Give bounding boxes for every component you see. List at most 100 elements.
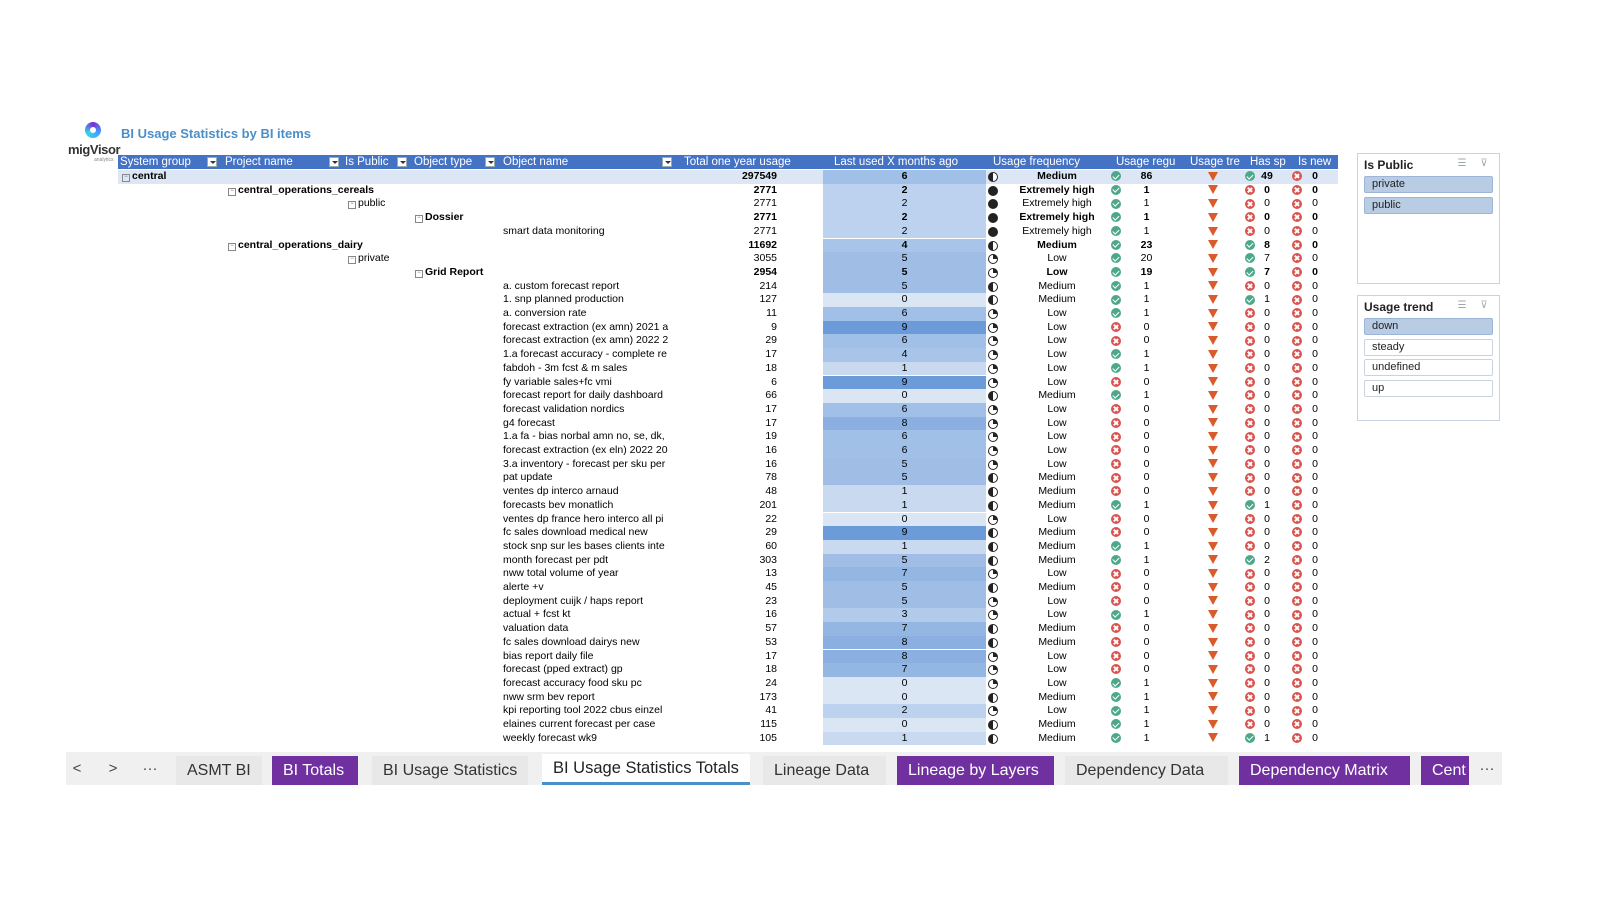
cross-icon [1111,445,1121,456]
cross-icon [1111,567,1123,581]
sheet-tab[interactable]: BI Usage Statistics Totals [542,754,750,785]
usage-frequency-label: Medium [1038,553,1076,566]
frequency-pie-icon [988,295,998,306]
usage-frequency-cell: Medium [986,526,1114,540]
is-new-value: 0 [1312,361,1318,374]
usage-frequency-label: Low [1047,334,1067,347]
collapse-toggle-icon[interactable]: − [348,201,356,210]
trend-down-icon [1208,610,1218,620]
cross-icon [1245,226,1255,237]
trend-down-icon [1208,719,1218,729]
row-label: kpi reporting tool 2022 cbus einzel [503,704,663,717]
slicer-item[interactable]: private [1364,176,1493,193]
column-header[interactable]: Is new [1298,155,1338,169]
table-row: forecast report for daily dashboard 66 0 Me… [118,389,1338,403]
sheet-tab[interactable]: Dependency Matrix [1239,756,1410,785]
cross-icon [1245,348,1257,362]
trend-down-icon [1208,321,1220,335]
sheet-tab[interactable]: BI Usage Statistics [372,756,528,785]
row-label: forecast accuracy food sku pc [503,676,642,689]
usage-regularity-value: 1 [1143,279,1150,292]
has-sp-value: 1 [1264,498,1270,511]
column-header[interactable]: Object type [414,155,486,169]
cross-icon [1245,307,1257,321]
collapse-toggle-icon[interactable]: − [415,215,423,224]
column-header[interactable]: Object name [503,155,668,169]
column-header[interactable]: Usage tre [1190,155,1246,169]
table-row: 1.a forecast accuracy - complete re 17 4 Lo… [118,348,1338,362]
cross-icon [1111,664,1121,675]
collapse-toggle-icon[interactable]: − [348,256,356,265]
prev-sheet-icon[interactable]: < [66,758,88,780]
more-sheets-icon[interactable]: ··· [139,758,161,780]
has-sp-value: 7 [1264,265,1270,278]
table-row: fabdoh - 3m fcst & m sales 18 1 Low 1 0 0 [118,361,1338,376]
filter-dropdown-icon[interactable] [662,157,672,167]
multi-select-icon[interactable]: ☰ [1455,300,1469,312]
column-header[interactable]: Project name [225,155,335,169]
collapse-toggle-icon[interactable]: − [415,269,423,278]
column-header[interactable]: Last used X months ago [834,155,984,169]
sheet-tab[interactable]: Cent [1421,756,1469,785]
row-label-cell: − Grid Report [415,266,676,280]
cross-icon [1245,349,1255,360]
next-sheet-icon[interactable]: > [102,758,124,780]
column-header[interactable]: Usage frequency [993,155,1113,169]
cross-icon [1292,691,1304,705]
sheet-tab[interactable]: Dependency Data [1065,756,1228,785]
trend-down-icon [1208,459,1218,469]
cross-icon [1245,390,1255,401]
cross-icon [1292,458,1304,472]
is-new-value: 0 [1312,334,1318,347]
row-label: fy variable sales+fc vmi [503,375,612,388]
usage-frequency-cell: Medium [986,732,1114,746]
sheet-tab[interactable]: BI Totals [272,756,358,785]
column-header[interactable]: System group [120,155,216,169]
trend-down-icon [1208,199,1218,209]
filter-dropdown-icon[interactable] [397,157,407,167]
has-sp-value: 2 [1264,553,1270,566]
sheet-tab[interactable]: ASMT BI [176,756,262,785]
filter-dropdown-icon[interactable] [485,157,495,167]
column-header[interactable]: Total one year usage [684,155,809,169]
usage-regularity-value: 0 [1143,526,1150,539]
check-icon [1245,499,1257,513]
slicer-item[interactable]: public [1364,196,1493,214]
slicer-item[interactable]: down [1364,318,1493,335]
slicer-item[interactable]: steady [1364,338,1493,356]
logo: migVisor analytics [68,122,121,163]
sheet-tab[interactable]: Lineage by Layers [897,756,1054,785]
cross-icon [1292,513,1302,524]
column-header[interactable]: Is Public [345,155,400,169]
trend-down-icon [1208,499,1220,513]
clear-filter-icon[interactable]: ⊽ [1477,158,1491,170]
slicer-item[interactable]: undefined [1364,359,1493,376]
sheet-tab[interactable]: Lineage Data [763,756,886,785]
collapse-toggle-icon[interactable]: − [228,187,236,196]
months-ago-cell: 5 [823,265,986,280]
filter-dropdown-icon[interactable] [329,157,339,167]
row-label: 1.a fa - bias norbal amn no, se, dk, [503,430,665,443]
has-sp-value: 0 [1264,320,1270,333]
slicer-item[interactable]: up [1364,379,1493,397]
overflow-icon[interactable]: ··· [1476,758,1498,780]
trend-down-icon [1208,678,1218,688]
column-header[interactable]: Usage regu [1116,155,1186,169]
multi-select-icon[interactable]: ☰ [1455,158,1469,170]
cross-icon [1245,609,1255,620]
frequency-pie-icon [988,199,998,210]
cross-icon [1111,376,1121,387]
row-label: nww srm bev report [503,690,595,703]
table-row: deployment cuijk / haps report 23 5 Low 0 0 0 [118,594,1338,609]
trend-down-icon [1208,555,1218,565]
has-sp-value: 1 [1264,731,1270,744]
collapse-toggle-icon[interactable]: − [122,174,130,182]
filter-dropdown-icon[interactable] [207,157,217,167]
column-header[interactable]: Has sp [1250,155,1294,169]
cross-icon [1292,225,1304,239]
cross-icon [1245,280,1255,291]
clear-filter-icon[interactable]: ⊽ [1477,300,1491,312]
trend-down-icon [1208,336,1218,346]
collapse-toggle-icon[interactable]: − [228,242,236,251]
trend-down-icon [1208,471,1220,485]
